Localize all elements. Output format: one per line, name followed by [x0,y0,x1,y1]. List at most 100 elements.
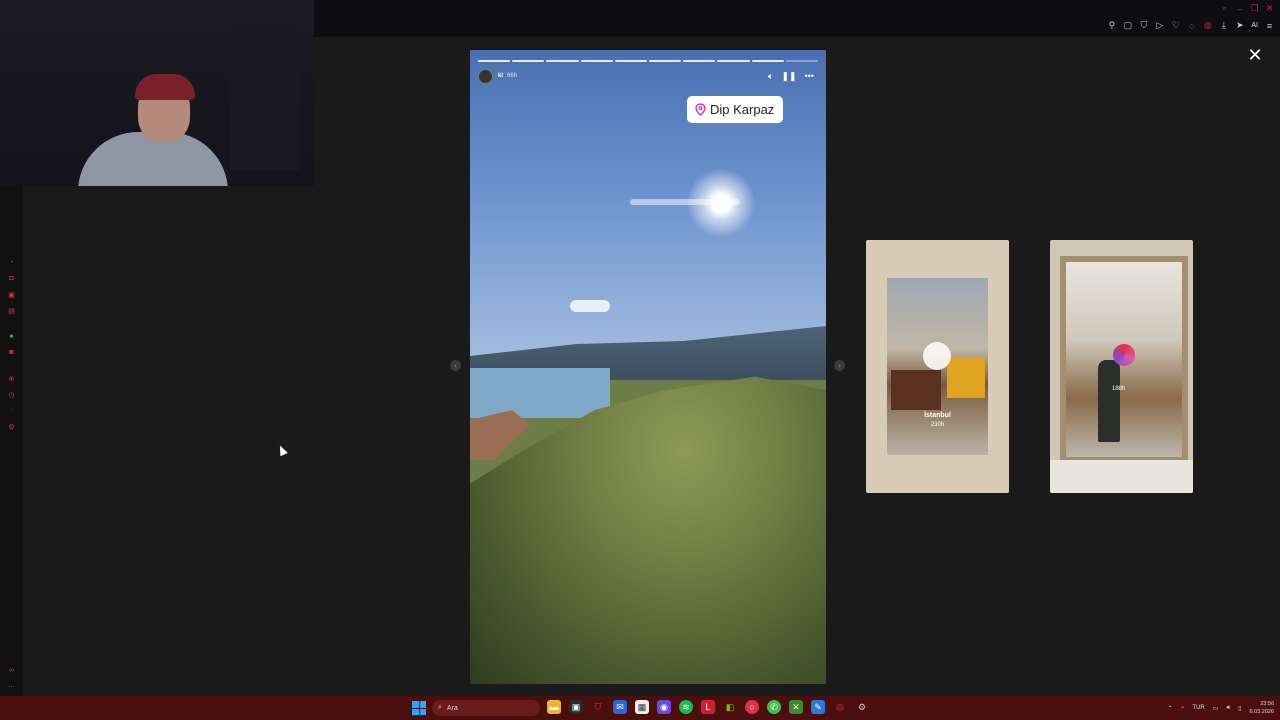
preview-photo-chair [891,370,941,410]
glasses-icon[interactable]: ∞ [7,666,16,675]
more-icon[interactable]: ⋯ [7,682,16,691]
story-time-ago: 66h [507,73,518,79]
browser-sidebar: ◔ ◘ ▣ ▤ ● ◙ ⊕ ◷ ◌ ⚙ ∞ ⋯ [0,186,23,696]
browser-icon[interactable]: ◎ [833,700,847,714]
screen-icon[interactable]: ▢ [1123,20,1133,30]
heart-icon[interactable]: ♡ [1171,20,1180,30]
language-indicator[interactable]: TUR [1192,705,1204,711]
preview-avatar [1113,344,1135,366]
taskbar-search[interactable]: ⌕ Ara [432,700,540,716]
story-progress-segment [649,60,682,62]
more-options-icon[interactable]: ••• [805,70,814,82]
mouse-cursor [276,443,288,457]
webcam-person-cap [135,74,195,100]
bag-icon[interactable]: ◘ [7,274,16,283]
whatsapp-icon[interactable]: ● [7,332,16,341]
spotify-icon[interactable]: ≋ [679,700,693,714]
launcher-l-icon[interactable]: L [701,700,715,714]
previous-story-button[interactable]: ‹ [450,360,461,371]
menu-icon[interactable]: ≡ [1265,21,1274,31]
next-story-preview-2[interactable]: 188h [1050,240,1193,493]
chat-bubble-icon[interactable]: ◌ [7,406,16,415]
send-icon[interactable]: ➤ [1235,20,1244,30]
preview-photo-cart [947,358,985,398]
story-progress-segment [614,60,648,62]
shield-app-icon[interactable]: ⛉ [591,700,605,714]
lock-icon[interactable]: ◍ [1203,20,1212,30]
story-progress-segment [580,60,613,62]
windows-start-icon[interactable] [412,701,426,715]
location-sticker[interactable]: Dip Karpaz [687,96,784,123]
story-photo-cloud [570,300,610,312]
close-icon[interactable]: ✕ [1246,46,1264,64]
volume-icon[interactable]: 🔊︎ [1226,705,1230,712]
store-icon[interactable]: ▦ [635,700,649,714]
terminal-icon[interactable]: ▣ [569,700,583,714]
mute-icon[interactable]: 🔈︎ [768,70,773,82]
story-progress-segment [478,60,511,62]
story-progress-segment [717,60,750,62]
nvidia-icon[interactable]: ◧ [723,700,737,714]
preview-time-ago: 188h [1112,386,1126,392]
extensions-bar: ⚲ ▢ ⛉ ▷ ♡ ◌ ◍ ⤓ ➤ AI ≡ [1107,20,1274,31]
paint-icon[interactable]: ✎ [811,700,825,714]
instagram-icon[interactable]: ◙ [7,348,16,357]
preview-location: İstanbul [924,412,951,419]
shield-icon[interactable]: ⛉ [1139,20,1148,30]
webcam-background [230,20,300,170]
add-icon[interactable]: ⊕ [7,374,16,383]
taskbar-clock[interactable]: 23:56 6.03.2026 [1250,700,1274,716]
whatsapp-icon[interactable]: ✆ [767,700,781,714]
clock-icon[interactable]: ◷ [7,390,16,399]
battery-icon[interactable]: ▯ [1238,705,1241,712]
maximize-icon[interactable]: ❐ [1250,3,1259,13]
pin-icon[interactable]: ⚲ [1107,20,1116,30]
opera-icon[interactable]: ○ [745,700,759,714]
discord-icon[interactable]: ◉ [657,700,671,714]
webcam-overlay [0,0,314,186]
next-story-preview-1[interactable]: İstanbul 230h [866,240,1009,493]
search-icon[interactable]: ⌕ [1220,3,1229,13]
tray-app-icon[interactable]: ● [1181,705,1185,711]
xbox-icon[interactable]: ✕ [789,700,803,714]
story-progress-bar [478,60,819,62]
preview-photo-airport: İstanbul 230h [887,278,988,455]
ai-button[interactable]: AI [1251,22,1258,29]
settings-icon[interactable]: ⚙ [7,422,16,431]
taskbar-date: 6.03.2026 [1249,709,1274,715]
story-progress-segment [785,60,819,62]
story-viewer[interactable]: kl 66h 🔈︎ ❚❚ ••• Dip Karpaz [470,50,826,684]
settings-icon[interactable]: ⚙ [855,700,869,714]
history-icon[interactable]: ◔ [7,258,16,267]
location-sticker-label: Dip Karpaz [710,102,775,117]
taskbar-time: 23:56 [1260,701,1274,707]
window-controls: ⌕ – ❐ ✕ [1220,3,1274,14]
download-icon[interactable]: ⤓ [1219,20,1228,30]
browser-toolbar: ⌕ – ❐ ✕ ⚲ ▢ ⛉ ▷ ♡ ◌ ◍ ⤓ ➤ AI ≡ [314,0,1280,37]
story-controls: 🔈︎ ❚❚ ••• [768,70,814,82]
close-window-icon[interactable]: ✕ [1265,3,1274,13]
avatar[interactable] [478,68,493,84]
chevron-up-icon[interactable]: ⌃ [1168,705,1173,712]
story-photo-sun [686,168,756,238]
bookmark-icon[interactable]: ▣ [7,290,16,299]
notes-icon[interactable]: ▤ [7,306,16,315]
play-icon[interactable]: ▷ [1155,20,1164,30]
mail-icon[interactable]: ✉ [613,700,627,714]
story-progress-segment [683,60,716,62]
minimize-icon[interactable]: – [1235,4,1244,14]
story-progress-segment [751,60,784,62]
story-photo-sea [470,368,610,418]
taskbar-apps: ▬ ▣ ⛉ ✉ ▦ ◉ ≋ L ◧ ○ ✆ ✕ ✎ ◎ ⚙ [547,700,869,714]
next-story-button[interactable]: › [834,360,845,371]
story-username[interactable]: kl [498,73,503,79]
pause-icon[interactable]: ❚❚ [781,70,796,82]
system-tray: ⌃ ● TUR ▭ 🔊︎ ▯ 23:56 6.03.2026 [1168,698,1274,718]
network-icon[interactable]: ▭ [1213,705,1219,712]
chat-icon[interactable]: ◌ [1187,21,1196,31]
preview-photo-sink [1050,460,1193,493]
preview-photo-person [1098,360,1120,442]
file-explorer-icon[interactable]: ▬ [547,700,561,714]
taskbar: ⌕ Ara ▬ ▣ ⛉ ✉ ▦ ◉ ≋ L ◧ ○ ✆ ✕ ✎ ◎ ⚙ ⌃ ● … [0,696,1280,720]
clock-icon [923,342,951,370]
